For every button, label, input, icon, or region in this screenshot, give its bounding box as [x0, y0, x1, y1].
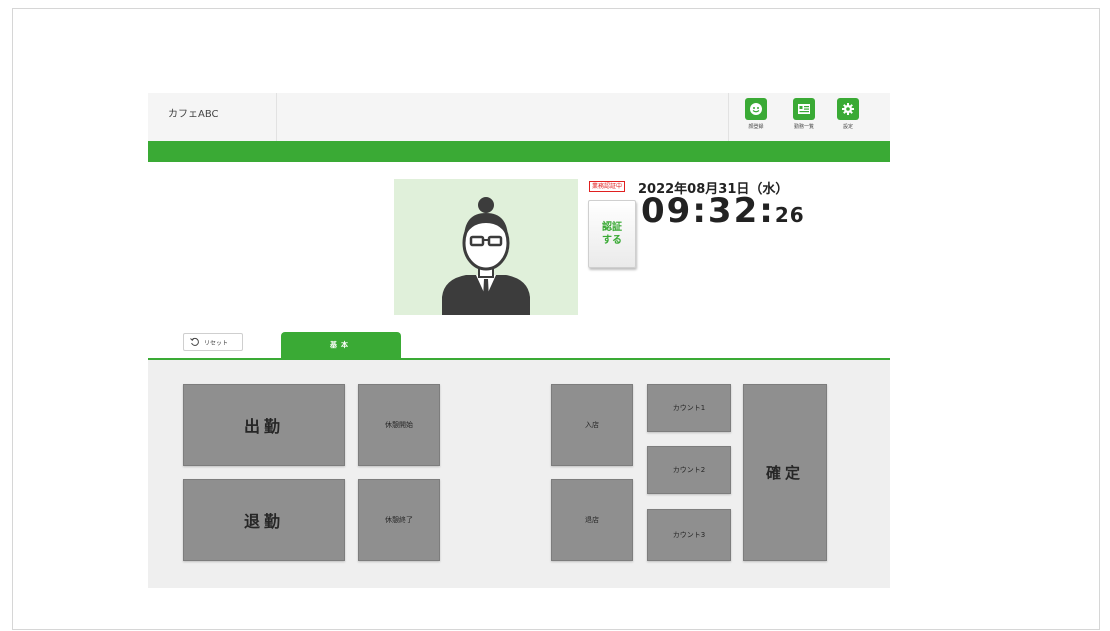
- store-name: カフェABC: [168, 109, 219, 120]
- break-end-button[interactable]: 休憩終了: [358, 479, 440, 561]
- reset-button[interactable]: リセット: [183, 333, 243, 351]
- settings-label: 設定: [842, 124, 853, 130]
- auth-status-badge: 業務認証中: [589, 181, 626, 192]
- work-list-label: 勤務一覧: [793, 124, 814, 130]
- enter-store-button[interactable]: 入店: [551, 384, 633, 466]
- header-divider: [276, 93, 277, 141]
- face-register-button[interactable]: 顔登録: [738, 98, 774, 138]
- work-list-button[interactable]: 勤務一覧: [786, 98, 822, 138]
- clock-in-button[interactable]: 出勤: [183, 384, 345, 466]
- timecard-app: カフェABC 顔登録 勤務一覧 設定 業務認証中 2022年08月31日（水） …: [148, 93, 890, 588]
- time-hours-minutes: 09:32:: [641, 191, 775, 231]
- employee-photo: [394, 179, 578, 315]
- tab-basic[interactable]: 基本: [281, 332, 401, 358]
- leave-store-button[interactable]: 退店: [551, 479, 633, 561]
- header-divider: [728, 93, 729, 141]
- current-time: 09:32:26: [641, 191, 805, 231]
- count3-button[interactable]: カウント3: [647, 509, 731, 561]
- break-start-button[interactable]: 休憩開始: [358, 384, 440, 466]
- face-register-label: 顔登録: [748, 124, 764, 130]
- authenticate-button[interactable]: 認証する: [588, 200, 636, 268]
- count1-button[interactable]: カウント1: [647, 384, 731, 432]
- reset-label: リセット: [204, 339, 229, 347]
- header-accent-bar: [148, 141, 890, 162]
- reset-icon: [190, 337, 199, 346]
- gear-icon: [837, 98, 859, 120]
- person-avatar-icon: [442, 197, 530, 315]
- count2-button[interactable]: カウント2: [647, 446, 731, 494]
- confirm-button[interactable]: 確定: [743, 384, 827, 561]
- face-icon: [745, 98, 767, 120]
- time-seconds: 26: [774, 203, 805, 227]
- authenticate-button-label: 認証する: [602, 222, 622, 246]
- list-card-icon: [793, 98, 815, 120]
- action-panel: 出勤 休憩開始 退勤 休憩終了 入店 退店 カウント1 カウント2 カウント3 …: [148, 360, 890, 588]
- header: カフェABC 顔登録 勤務一覧 設定: [148, 93, 890, 142]
- clock-out-button[interactable]: 退勤: [183, 479, 345, 561]
- settings-button[interactable]: 設定: [830, 98, 866, 138]
